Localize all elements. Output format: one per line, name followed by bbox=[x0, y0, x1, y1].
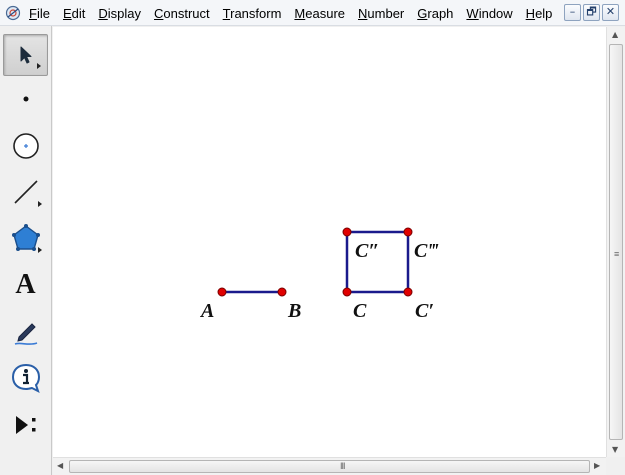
information-tool[interactable] bbox=[3, 357, 48, 399]
vertical-scrollbar[interactable]: ▲ ≡ ▼ bbox=[606, 27, 625, 457]
menu-window[interactable]: Window bbox=[466, 6, 512, 21]
menu-file[interactable]: File bbox=[29, 6, 50, 21]
menu-edit[interactable]: Edit bbox=[63, 6, 85, 21]
pentagon-icon bbox=[11, 224, 40, 251]
point-icon bbox=[23, 96, 28, 102]
label-b[interactable]: B bbox=[287, 300, 301, 322]
menu-construct[interactable]: Construct bbox=[154, 6, 210, 21]
submenu-arrow-icon bbox=[38, 201, 42, 207]
menu-display[interactable]: Display bbox=[98, 6, 141, 21]
menu-measure[interactable]: Measure bbox=[294, 6, 345, 21]
straightedge-tool[interactable] bbox=[3, 171, 48, 213]
menu-items: File Edit Display Construct Transform Me… bbox=[29, 0, 565, 26]
arrow-icon bbox=[20, 46, 31, 64]
menu-bar: File Edit Display Construct Transform Me… bbox=[0, 0, 625, 26]
toolbox: A bbox=[0, 26, 52, 475]
horizontal-scrollbar[interactable]: ◀ III ▶ bbox=[53, 457, 606, 475]
restore-button[interactable]: 🗗 bbox=[583, 4, 600, 21]
scroll-right-icon[interactable]: ▶ bbox=[594, 461, 600, 470]
scrollbar-corner bbox=[606, 457, 625, 475]
info-icon bbox=[11, 363, 40, 393]
scroll-down-icon[interactable]: ▼ bbox=[612, 445, 618, 454]
grip-icon: III bbox=[340, 461, 345, 471]
point-a[interactable] bbox=[217, 287, 227, 297]
horizontal-scroll-thumb[interactable]: III bbox=[69, 460, 590, 473]
app-icon[interactable] bbox=[5, 5, 21, 21]
label-a[interactable]: A bbox=[199, 300, 214, 322]
text-tool[interactable]: A bbox=[3, 264, 48, 306]
marker-tool[interactable] bbox=[3, 311, 48, 353]
scroll-up-icon[interactable]: ▲ bbox=[612, 30, 618, 39]
close-button[interactable]: ✕ bbox=[602, 4, 619, 21]
arrow-tool[interactable] bbox=[3, 34, 48, 76]
label-c-double-prime[interactable]: C″ bbox=[355, 240, 379, 262]
menu-transform[interactable]: Transform bbox=[223, 6, 282, 21]
menu-number[interactable]: Number bbox=[358, 6, 404, 21]
point-c-prime[interactable] bbox=[403, 287, 413, 297]
play-icon bbox=[15, 416, 35, 434]
point-b[interactable] bbox=[277, 287, 287, 297]
menu-help[interactable]: Help bbox=[526, 6, 553, 21]
grip-icon: ≡ bbox=[614, 249, 620, 259]
scroll-left-icon[interactable]: ◀ bbox=[57, 461, 63, 470]
text-icon: A bbox=[15, 269, 36, 300]
label-c[interactable]: C bbox=[353, 300, 367, 322]
point-tool[interactable] bbox=[3, 78, 48, 120]
polygon-tool[interactable] bbox=[3, 217, 48, 259]
pen-icon bbox=[14, 323, 37, 345]
line-icon bbox=[13, 180, 38, 204]
sketch-canvas[interactable]: A B C C′ C″ C‴ bbox=[53, 27, 606, 457]
submenu-arrow-icon bbox=[38, 247, 42, 253]
compass-tool[interactable] bbox=[3, 125, 48, 167]
submenu-arrow-icon bbox=[37, 63, 41, 69]
sketch-drawing: A B C C′ C″ C‴ bbox=[199, 227, 439, 322]
point-c-double-prime[interactable] bbox=[342, 227, 352, 237]
circle-icon bbox=[12, 133, 39, 159]
point-c-triple-prime[interactable] bbox=[403, 227, 413, 237]
vertical-scroll-thumb[interactable]: ≡ bbox=[609, 44, 623, 440]
custom-tool[interactable] bbox=[3, 404, 48, 446]
point-c[interactable] bbox=[342, 287, 352, 297]
minimize-button[interactable]: – bbox=[564, 4, 581, 21]
menu-graph[interactable]: Graph bbox=[417, 6, 453, 21]
window-controls: – 🗗 ✕ bbox=[564, 4, 619, 21]
label-c-triple-prime[interactable]: C‴ bbox=[414, 240, 439, 262]
label-c-prime[interactable]: C′ bbox=[415, 300, 434, 322]
